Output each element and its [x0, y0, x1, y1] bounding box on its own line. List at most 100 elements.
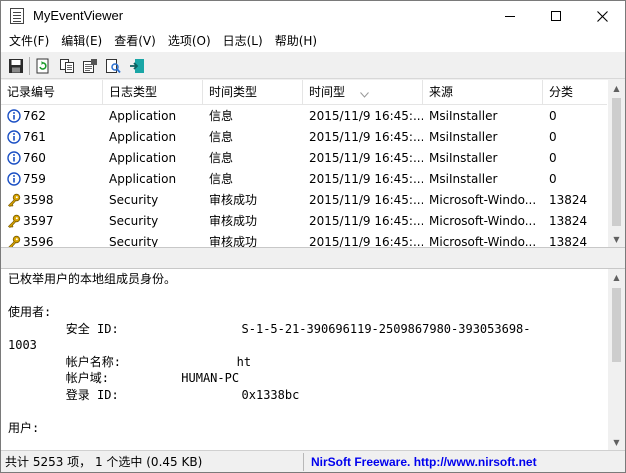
toolbar	[1, 53, 625, 79]
close-icon	[596, 10, 608, 22]
table-row[interactable]: 3598 Security 审核成功 2015/11/9 16:45:... Micro…	[1, 190, 607, 211]
table-row[interactable]: 762 Application 信息 2015/11/9 16:45:... MsiIn…	[1, 106, 607, 127]
table-row[interactable]: 760 Application 信息 2015/11/9 16:45:... MsiIn…	[1, 148, 607, 169]
cell-source: MsiInstaller	[429, 151, 498, 165]
pane-splitter[interactable]	[1, 249, 625, 268]
sort-descending-icon	[360, 84, 369, 105]
cell-record-number: 3598	[23, 193, 54, 207]
column-header-time[interactable]: 时间型	[303, 80, 423, 105]
maximize-button[interactable]	[533, 1, 579, 31]
event-detail-pane[interactable]: 已枚举用户的本地组成员身份。 使用者: 安全 ID: S-1-5-21-39069…	[1, 268, 625, 450]
close-button[interactable]	[579, 1, 625, 31]
cell-event-type: 信息	[209, 172, 234, 186]
description-line: 已枚举用户的本地组成员身份。	[8, 272, 177, 286]
menu-file[interactable]: 文件(F)	[3, 31, 55, 52]
event-description: 已枚举用户的本地组成员身份。 使用者: 安全 ID: S-1-5-21-39069…	[8, 271, 600, 436]
table-row[interactable]: 761 Application 信息 2015/11/9 16:45:... MsiIn…	[1, 127, 607, 148]
refresh-icon	[36, 58, 49, 74]
cell-record-number: 762	[23, 109, 46, 123]
cell-log-type: Security	[109, 193, 159, 207]
table-row[interactable]: 3596 Security 审核成功 2015/11/9 16:45:... Micro…	[1, 232, 607, 248]
detail-scroll-up-arrow-icon[interactable]: ▲	[608, 269, 625, 286]
menu-view[interactable]: 查看(V)	[108, 31, 162, 52]
cell-log-type: Security	[109, 235, 159, 248]
event-list[interactable]: 记录编号 日志类型 时间类型 时间型 来源 分类 762 Application 信…	[1, 80, 625, 248]
cell-source: MsiInstaller	[429, 130, 498, 144]
minimize-button[interactable]	[487, 1, 533, 31]
detail-scroll-thumb[interactable]	[612, 288, 621, 362]
description-line: 帐户域: HUMAN-PC	[8, 371, 240, 385]
cell-source: MsiInstaller	[429, 172, 498, 186]
menu-edit[interactable]: 编辑(E)	[55, 31, 108, 52]
toolbar-separator	[29, 57, 30, 75]
menu-options[interactable]: 选项(O)	[162, 31, 217, 52]
exit-icon	[130, 59, 144, 73]
copy-icon	[60, 59, 74, 73]
detail-vertical-scrollbar[interactable]: ▲ ▼	[608, 269, 625, 450]
description-line: 帐户名称: ht	[8, 354, 252, 369]
table-row[interactable]: 3597 Security 审核成功 2015/11/9 16:45:... Micro…	[1, 211, 607, 232]
cell-event-type: 信息	[209, 109, 234, 123]
description-line: 登录 ID: 0x1338bc	[8, 387, 300, 402]
cell-category: 0	[549, 109, 557, 123]
scroll-thumb[interactable]	[612, 98, 621, 226]
cell-time: 2015/11/9 16:45:...	[309, 130, 423, 144]
find-button[interactable]	[102, 56, 124, 76]
menu-bar: 文件(F) 编辑(E) 查看(V) 选项(O) 日志(L) 帮助(H)	[1, 31, 625, 52]
properties-button[interactable]	[79, 56, 101, 76]
list-vertical-scrollbar[interactable]: ▲ ▼	[608, 80, 625, 247]
status-summary: 共计 5253 项， 1 个选中 (0.45 KB)	[5, 455, 203, 469]
cell-event-type: 信息	[209, 151, 234, 165]
cell-log-type: Security	[109, 214, 159, 228]
cell-time: 2015/11/9 16:45:...	[309, 109, 423, 123]
column-header-record-number[interactable]: 记录编号	[1, 80, 103, 105]
copy-button[interactable]	[56, 56, 78, 76]
cell-event-type: 审核成功	[209, 193, 258, 207]
refresh-button[interactable]	[32, 56, 54, 76]
cell-record-number: 761	[23, 130, 46, 144]
cell-source: Microsoft-Windo...	[429, 235, 537, 248]
minimize-icon	[505, 15, 515, 17]
column-header-source[interactable]: 来源	[423, 80, 543, 105]
main-window: MyEventViewer 文件(F) 编辑(E) 查看(V) 选项(O) 日志…	[0, 0, 626, 473]
cell-log-type: Application	[109, 151, 177, 165]
window-title: MyEventViewer	[33, 8, 124, 23]
cell-source: Microsoft-Windo...	[429, 193, 537, 207]
exit-button[interactable]	[126, 56, 148, 76]
detail-scroll-down-arrow-icon[interactable]: ▼	[608, 434, 625, 450]
column-header-event-type[interactable]: 时间类型	[203, 80, 303, 105]
cell-time: 2015/11/9 16:45:...	[309, 193, 423, 207]
cell-record-number: 759	[23, 172, 46, 186]
cell-category: 13824	[549, 214, 588, 228]
cell-category: 0	[549, 151, 557, 165]
cell-event-type: 信息	[209, 130, 234, 144]
cell-category: 13824	[549, 193, 588, 207]
cell-record-number: 3597	[23, 214, 54, 228]
cell-source: Microsoft-Windo...	[429, 214, 537, 228]
cell-event-type: 审核成功	[209, 235, 258, 248]
save-button[interactable]	[5, 56, 27, 76]
cell-log-type: Application	[109, 109, 177, 123]
description-line	[8, 403, 600, 420]
description-line: 1003	[8, 338, 37, 352]
title-bar[interactable]: MyEventViewer	[1, 1, 625, 31]
table-row[interactable]: 759 Application 信息 2015/11/9 16:45:... MsiIn…	[1, 169, 607, 190]
scroll-up-arrow-icon[interactable]: ▲	[608, 80, 625, 97]
description-line: 使用者:	[8, 305, 52, 319]
menu-help[interactable]: 帮助(H)	[269, 31, 323, 52]
column-header-category[interactable]: 分类	[543, 80, 607, 105]
scroll-down-arrow-icon[interactable]: ▼	[608, 231, 625, 247]
cell-category: 0	[549, 130, 557, 144]
cell-category: 0	[549, 172, 557, 186]
description-line: 用户:	[8, 420, 40, 435]
column-header-log-type[interactable]: 日志类型	[103, 80, 203, 105]
nirsoft-link[interactable]: NirSoft Freeware. http://www.nirsoft.net	[311, 451, 537, 472]
find-icon	[106, 59, 121, 74]
cell-time: 2015/11/9 16:45:...	[309, 172, 423, 186]
menu-log[interactable]: 日志(L)	[217, 31, 269, 52]
maximize-icon	[551, 11, 561, 21]
description-line: 安全 ID: S-1-5-21-390696119-2509867980-393…	[8, 321, 531, 336]
cell-source: MsiInstaller	[429, 109, 498, 123]
cell-record-number: 760	[23, 151, 46, 165]
cell-log-type: Application	[109, 172, 177, 186]
